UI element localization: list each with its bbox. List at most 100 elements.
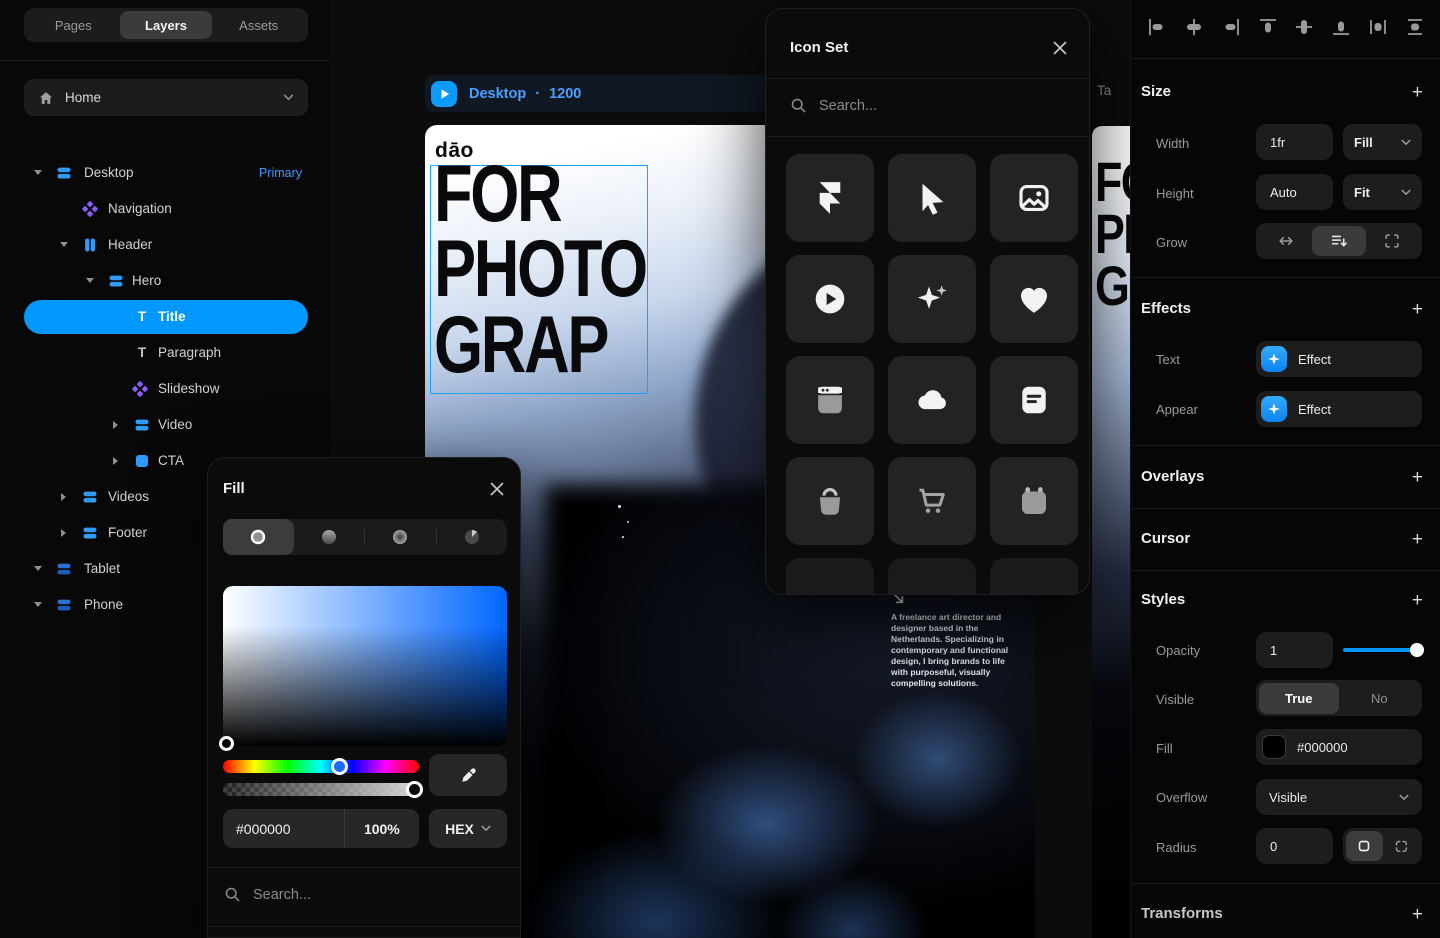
height-mode-dropdown[interactable]: Fit: [1343, 174, 1422, 210]
icon-tile-image[interactable]: [990, 154, 1078, 242]
radius-individual-option[interactable]: [1383, 831, 1420, 861]
align-top-icon[interactable]: [1257, 16, 1279, 38]
icon-tile-shopping-cart[interactable]: [888, 457, 976, 545]
layer-row-title-selected[interactable]: T Title: [0, 299, 330, 335]
layer-row-slideshow[interactable]: Slideshow: [0, 371, 330, 407]
width-mode-dropdown[interactable]: Fill: [1343, 124, 1422, 160]
layer-row-video[interactable]: Video: [0, 407, 330, 443]
layer-row-hero[interactable]: Hero: [0, 263, 330, 299]
align-left-icon[interactable]: [1146, 16, 1168, 38]
title-selection-outline[interactable]: FOR PHOTO GRAP: [430, 165, 648, 394]
color-search-field[interactable]: Search...: [224, 886, 311, 903]
grow-horizontal-option[interactable]: [1259, 226, 1312, 256]
add-size-icon[interactable]: +: [1412, 83, 1423, 102]
caret-right-icon[interactable]: [113, 421, 118, 429]
add-cursor-icon[interactable]: +: [1412, 530, 1423, 549]
visible-true-option[interactable]: True: [1259, 683, 1340, 714]
calendar-icon: [1015, 482, 1053, 520]
add-effect-icon[interactable]: +: [1412, 300, 1423, 319]
alpha-slider[interactable]: [223, 783, 419, 796]
align-right-icon[interactable]: [1220, 16, 1242, 38]
color-format-dropdown[interactable]: HEX: [429, 809, 507, 848]
align-center-horizontal-icon[interactable]: [1183, 16, 1205, 38]
caret-down-icon[interactable]: [86, 278, 94, 283]
align-center-vertical-icon[interactable]: [1293, 16, 1315, 38]
saturation-thumb[interactable]: [219, 736, 234, 751]
layer-row-paragraph[interactable]: T Paragraph: [0, 335, 330, 371]
grow-expand-option[interactable]: [1366, 226, 1419, 256]
fill-mode-angular-gradient[interactable]: [437, 519, 508, 555]
fill-color-pill[interactable]: #000000: [1256, 729, 1422, 765]
fill-color-swatch[interactable]: [1262, 735, 1286, 759]
opacity-thumb[interactable]: [1410, 643, 1424, 657]
icon-tile-cloud[interactable]: [888, 356, 976, 444]
caret-down-icon[interactable]: [34, 170, 42, 175]
icon-tile-hidden-2[interactable]: [888, 558, 976, 595]
add-transform-icon[interactable]: +: [1412, 905, 1423, 924]
icon-tile-hidden-1[interactable]: [786, 558, 874, 595]
icon-search-field[interactable]: Search...: [790, 97, 877, 114]
height-input[interactable]: Auto: [1256, 174, 1333, 210]
opacity-input[interactable]: 1: [1256, 632, 1333, 668]
radius-input[interactable]: 0: [1256, 828, 1333, 864]
caret-down-icon[interactable]: [34, 602, 42, 607]
opacity-slider[interactable]: [1343, 648, 1422, 652]
sparkles-icon: [912, 279, 952, 319]
frame-label-bar[interactable]: Desktop · 1200: [425, 75, 770, 112]
caret-right-icon[interactable]: [61, 493, 66, 501]
icon-tile-browser-window[interactable]: [786, 356, 874, 444]
icon-tile-sparkles[interactable]: [888, 255, 976, 343]
add-style-icon[interactable]: +: [1412, 591, 1423, 610]
align-bottom-icon[interactable]: [1330, 16, 1352, 38]
preview-play-icon[interactable]: [431, 81, 457, 107]
layer-row-header[interactable]: Header: [0, 227, 330, 263]
visible-no-option[interactable]: No: [1339, 683, 1420, 714]
fill-panel: Fill #0: [207, 457, 521, 938]
close-icon[interactable]: [1053, 41, 1067, 55]
icon-tile-shopping-bag[interactable]: [786, 457, 874, 545]
alpha-value-input[interactable]: 100%: [345, 821, 419, 837]
icon-tile-document[interactable]: [990, 356, 1078, 444]
icon-tile-framer[interactable]: [786, 154, 874, 242]
add-overlay-icon[interactable]: +: [1412, 468, 1423, 487]
tab-assets[interactable]: Assets: [212, 11, 305, 39]
divider: [1131, 508, 1440, 509]
caret-down-icon[interactable]: [34, 566, 42, 571]
text-effect-pill[interactable]: Effect: [1256, 341, 1422, 377]
hue-slider[interactable]: [223, 760, 419, 773]
icon-tile-calendar[interactable]: [990, 457, 1078, 545]
hue-thumb[interactable]: [331, 758, 348, 775]
width-input[interactable]: 1fr: [1256, 124, 1333, 160]
color-saturation-area[interactable]: [223, 586, 507, 746]
fill-mode-radial-gradient[interactable]: [365, 519, 436, 555]
hex-input-group: #000000 100%: [223, 809, 419, 848]
eyedropper-button[interactable]: [429, 754, 507, 796]
grow-list-option-selected[interactable]: [1312, 226, 1365, 256]
appear-effect-pill[interactable]: Effect: [1256, 391, 1422, 427]
radius-uniform-option[interactable]: [1346, 831, 1383, 861]
distribute-horizontal-icon[interactable]: [1367, 16, 1389, 38]
alpha-thumb[interactable]: [406, 781, 423, 798]
page-selector[interactable]: Home: [24, 79, 308, 116]
icon-tile-cursor[interactable]: [888, 154, 976, 242]
fill-mode-linear-gradient[interactable]: [294, 519, 365, 555]
tablet-frame-name[interactable]: Ta: [1097, 83, 1111, 98]
cursor-icon: [913, 179, 951, 217]
tab-pages[interactable]: Pages: [27, 11, 120, 39]
icon-tile-play[interactable]: [786, 255, 874, 343]
icon-tile-heart[interactable]: [990, 255, 1078, 343]
fill-mode-solid[interactable]: [223, 519, 294, 555]
layer-row-navigation[interactable]: Navigation: [0, 191, 330, 227]
frame-name[interactable]: Desktop: [469, 86, 526, 102]
hex-value-input[interactable]: #000000: [223, 821, 344, 837]
tab-layers[interactable]: Layers: [120, 11, 213, 39]
close-icon[interactable]: [490, 482, 504, 496]
icon-tile-hidden-3[interactable]: [990, 558, 1078, 595]
distribute-vertical-icon[interactable]: [1404, 16, 1426, 38]
caret-right-icon[interactable]: [61, 529, 66, 537]
tablet-frame[interactable]: FO PH GR: [1092, 126, 1130, 938]
caret-right-icon[interactable]: [113, 457, 118, 465]
caret-down-icon[interactable]: [60, 242, 68, 247]
overflow-dropdown[interactable]: Visible: [1256, 779, 1422, 815]
layer-row-desktop[interactable]: Desktop Primary: [0, 155, 330, 191]
